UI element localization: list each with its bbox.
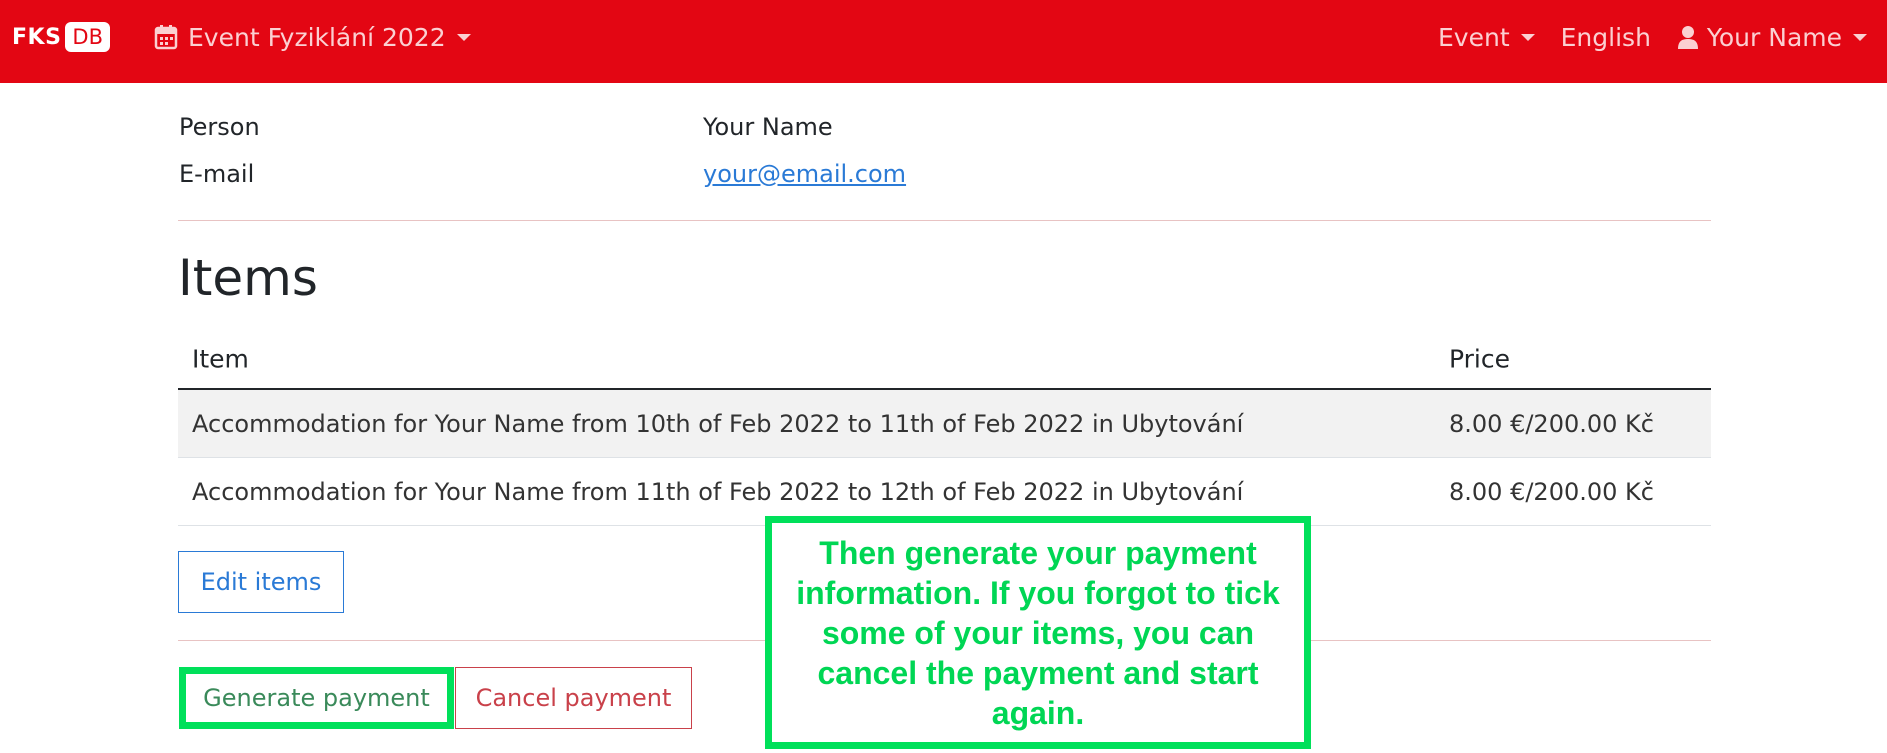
language-link[interactable]: English (1561, 23, 1651, 52)
email-label: E-mail (179, 160, 255, 188)
edit-items-button[interactable]: Edit items (178, 551, 344, 613)
chevron-down-icon (1853, 33, 1867, 41)
item-description: Accommodation for Your Name from 10th of… (192, 409, 1244, 438)
cancel-payment-button[interactable]: Cancel payment (455, 667, 692, 729)
column-header-item: Item (192, 344, 249, 374)
item-description: Accommodation for Your Name from 11th of… (192, 477, 1244, 506)
item-price: 8.00 €/200.00 Kč (1449, 477, 1654, 506)
top-navbar: FKS DB Event Fyziklání 2022 Event Englis… (0, 0, 1887, 83)
email-value: your@email.com (703, 160, 907, 188)
event-menu-dropdown[interactable]: Event (1438, 23, 1535, 52)
items-heading: Items (178, 249, 318, 307)
language-label: English (1560, 22, 1651, 52)
user-menu-label: Your Name (1706, 22, 1842, 52)
tutorial-callout: Then generate your payment information. … (765, 516, 1311, 749)
event-menu-label: Event (1438, 22, 1510, 52)
chevron-down-icon (456, 33, 471, 41)
calendar-icon (154, 25, 178, 50)
table-row: Accommodation for Your Name from 10th of… (178, 390, 1711, 458)
chevron-down-icon (1520, 33, 1535, 41)
section-divider (178, 220, 1711, 221)
generate-payment-button[interactable]: Generate payment (179, 667, 454, 729)
brand-logo[interactable]: FKS DB (12, 20, 110, 54)
table-header: Item Price (178, 330, 1711, 390)
items-table: Item Price Accommodation for Your Name f… (178, 330, 1711, 526)
event-selector-label: Event Fyziklání 2022 (188, 22, 446, 52)
user-menu-dropdown[interactable]: Your Name (1677, 23, 1867, 52)
brand-db-badge: DB (65, 22, 110, 52)
user-icon (1677, 26, 1698, 49)
navbar-right: Event English Your Name (1412, 22, 1867, 52)
brand-fks-text: FKS (12, 24, 62, 50)
email-link[interactable]: your@email.com (703, 159, 906, 189)
item-price: 8.00 €/200.00 Kč (1449, 409, 1654, 438)
column-header-price: Price (1449, 344, 1510, 374)
event-selector-dropdown[interactable]: Event Fyziklání 2022 (154, 22, 471, 52)
person-value: Your Name (703, 113, 833, 141)
person-label: Person (179, 113, 260, 141)
